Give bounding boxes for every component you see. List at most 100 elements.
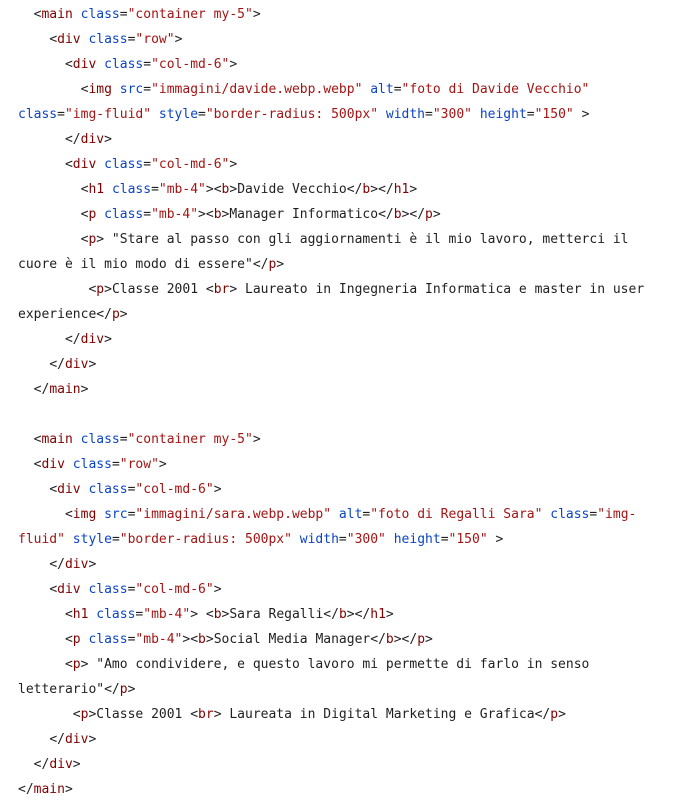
code-token-text-content [292,532,300,547]
code-token-punctuation: ></ [393,632,418,647]
code-token-punctuation: > [213,482,222,497]
code-token-punctuation: > [252,7,261,22]
code-token-punctuation: = [143,207,152,222]
code-token-punctuation: > [252,432,261,447]
code-token-attribute-value: "img-fluid" [64,107,152,122]
code-token-text-content: Sara Regalli [229,607,324,622]
code-token-text-content [18,457,34,472]
code-token-text-content: Laureato in Ingegneria Informatica e mas… [237,282,645,297]
code-token-tag-name: div [80,132,105,147]
code-token-punctuation: > [88,732,97,747]
code-token-punctuation: > [104,332,112,347]
code-token-punctuation: < [64,607,73,622]
code-token-text-content [18,507,65,522]
code-token-punctuation: > [119,307,128,322]
code-token-tag-name: h1 [393,182,410,197]
code-token-text-content [18,707,73,722]
code-token-text-content [18,182,81,197]
code-line: <img src="immagini/sara.webp.webp" alt="… [0,502,686,527]
code-token-tag-name: p [96,282,105,297]
code-token-attribute-value: "300" [346,532,386,547]
code-view: <main class="container my-5"> <div class… [0,0,686,801]
code-token-text-content [18,482,49,497]
code-token-attribute-value: "container my-5" [127,432,253,447]
code-token-tag-name: h1 [370,607,386,622]
code-token-tag-name: div [41,457,65,472]
code-token-attribute-value: "300" [432,107,472,122]
code-token-attribute-name: width [385,107,426,122]
code-token-tag-name: br [213,282,230,297]
code-token-punctuation: > [409,182,418,197]
code-token-tag-name: div [72,157,97,172]
code-token-punctuation: </ [49,357,65,372]
code-token-tag-name: main [41,7,73,22]
code-token-text-content [18,432,34,447]
code-token-punctuation: < [72,707,81,722]
code-token-punctuation: > [581,107,590,122]
code-token-tag-name: p [119,682,128,697]
code-token-punctuation: = [143,157,152,172]
code-token-attribute-value: "foto di Davide Vecchio" [401,82,590,97]
code-token-punctuation: </ [534,707,551,722]
code-token-attribute-name: alt [370,82,394,97]
code-token-punctuation: > [495,532,504,547]
code-line: class="img-fluid" style="border-radius: … [0,102,686,127]
code-line: <div class="row"> [0,452,686,477]
code-token-tag-name: div [64,732,89,747]
code-token-text-content: cuore è il mio modo di essere" [18,257,253,272]
code-token-text-content [73,432,81,447]
code-token-attribute-name: class [18,107,58,122]
code-token-punctuation: = [393,82,402,97]
code-token-attribute-value: "col-md-6" [135,482,214,497]
code-token-tag-name: div [72,57,97,72]
code-token-punctuation: = [119,7,128,22]
code-token-text-content [378,107,386,122]
code-token-text-content [18,607,65,622]
code-token-text-content [18,207,81,222]
code-token-attribute-name: class [96,607,136,622]
code-token-punctuation: < [190,707,199,722]
code-line: </div> [0,352,686,377]
code-token-tag-name: b [338,607,347,622]
code-token-punctuation: > [229,157,238,172]
code-token-punctuation: > [190,607,199,622]
code-line: </div> [0,127,686,152]
code-token-text-content [96,157,104,172]
code-token-attribute-value: "row" [135,32,175,47]
code-token-tag-name: div [49,757,73,772]
code-token-text-content [18,557,49,572]
code-token-punctuation: </ [378,207,394,222]
code-token-punctuation: > [64,782,73,797]
code-token-text-content [18,57,65,72]
code-token-text-content [65,532,73,547]
code-token-attribute-value: "row" [119,457,159,472]
code-token-tag-name: h1 [88,182,105,197]
code-line: <div class="col-md-6"> [0,52,686,77]
code-token-attribute-name: class [104,157,144,172]
code-token-tag-name: b [198,632,206,647]
code-token-punctuation: </ [104,682,120,697]
code-token-tag-name: b [213,607,222,622]
code-token-text-content [18,732,49,747]
code-token-text-content [18,232,81,247]
code-token-tag-name: br [198,707,214,722]
code-line: <h1 class="mb-4"> <b>Sara Regalli</b></h… [0,602,686,627]
code-token-punctuation: = [338,532,347,547]
code-token-punctuation: > [127,682,136,697]
code-token-tag-name: div [64,557,89,572]
code-token-text-content [151,107,159,122]
code-token-punctuation: > [229,182,238,197]
code-line: letterario"</p> [0,677,686,702]
code-token-punctuation: = [198,107,206,122]
code-token-punctuation: </ [64,332,81,347]
code-token-attribute-name: class [88,632,128,647]
code-token-punctuation: </ [346,182,363,197]
code-block: <main class="container my-5"> <div class… [0,2,686,802]
code-token-punctuation: > [213,707,222,722]
code-token-punctuation: > [229,282,238,297]
code-token-text-content [331,507,339,522]
code-token-punctuation: = [143,57,152,72]
code-token-punctuation: > [88,557,97,572]
code-token-attribute-name: class [88,32,128,47]
